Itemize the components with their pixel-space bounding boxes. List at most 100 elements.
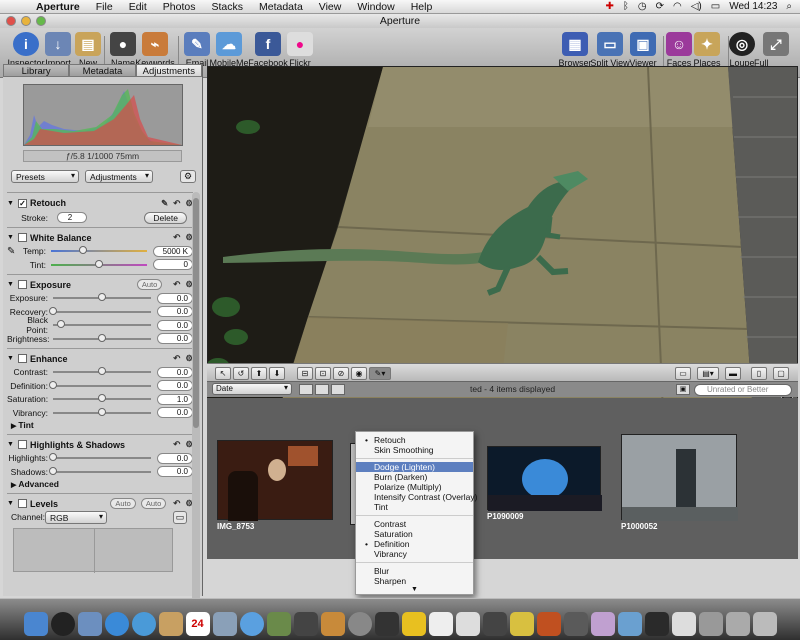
tab-library[interactable]: Library <box>3 64 70 77</box>
enhance-checkbox[interactable] <box>18 354 27 363</box>
exposure-checkbox[interactable] <box>18 280 27 289</box>
filmstrip-view-icon[interactable] <box>299 384 313 395</box>
strip-option-2-icon[interactable]: ▤▾ <box>697 367 719 380</box>
pointer-tool-icon[interactable]: ↖ <box>215 367 231 380</box>
wifi-icon[interactable]: ◠ <box>673 1 682 12</box>
slider-track[interactable] <box>49 380 151 389</box>
trash-icon[interactable] <box>752 612 777 636</box>
strip-option-5-icon[interactable]: ▢ <box>773 367 789 380</box>
temp-field[interactable]: 5000 K <box>153 245 193 257</box>
value-field[interactable]: 0.0 <box>157 366 193 378</box>
rating-filter-field[interactable]: Unrated or Better <box>694 384 792 396</box>
strip-option-4-icon[interactable]: ▯ <box>751 367 767 380</box>
slider-knob[interactable] <box>56 320 65 329</box>
disclosure-open-icon[interactable]: ▼ <box>7 200 15 207</box>
menu-window[interactable]: Window <box>349 1 402 13</box>
reset-icon[interactable]: ↶ <box>173 439 180 450</box>
slider-track[interactable] <box>53 367 151 376</box>
battery-icon[interactable]: ▭ <box>711 1 720 12</box>
status-red-icon[interactable]: ✚ <box>605 1 613 12</box>
slider-track[interactable] <box>53 394 151 403</box>
levels-checkbox[interactable] <box>18 499 27 508</box>
levels-options-icon[interactable]: ▭ <box>173 510 187 524</box>
temp-knob[interactable] <box>78 246 87 255</box>
brush-menu-item[interactable]: Sharpen <box>356 576 473 586</box>
adjustments-popup[interactable]: Adjustments <box>85 170 153 183</box>
preview-icon[interactable] <box>77 612 102 636</box>
disclosure-open-icon[interactable]: ▼ <box>7 500 15 507</box>
reset-icon[interactable]: ↶ <box>173 498 180 509</box>
tint-slider[interactable] <box>51 259 147 268</box>
slider-track[interactable] <box>49 466 151 475</box>
mail-icon[interactable] <box>212 612 237 636</box>
iphoto-icon[interactable] <box>266 612 291 636</box>
volume-icon[interactable]: ◁) <box>691 1 702 12</box>
retouch-checkbox[interactable]: ✓ <box>18 198 27 208</box>
brush-tool-icon[interactable]: ✎▾ <box>369 367 391 380</box>
grid-view-icon[interactable] <box>315 384 329 395</box>
lift-tool-icon[interactable]: ⬆ <box>251 367 267 380</box>
imovie-icon[interactable] <box>293 612 318 636</box>
list-view-icon[interactable] <box>331 384 345 395</box>
finder-icon[interactable] <box>23 612 48 636</box>
scrollbar-thumb[interactable] <box>193 198 199 428</box>
value-field[interactable]: 0.0 <box>157 292 193 304</box>
slider-knob[interactable] <box>49 453 57 462</box>
value-field[interactable]: 0.0 <box>157 407 193 419</box>
reset-icon[interactable]: ↶ <box>173 198 180 209</box>
brush-menu-item[interactable]: Dodge (Lighten) <box>356 462 473 472</box>
ical-icon[interactable]: 24 <box>185 612 210 636</box>
brush-menu-item[interactable]: Skin Smoothing <box>356 445 473 455</box>
itunes-icon[interactable] <box>239 612 264 636</box>
thumbnail-item[interactable]: IMG_8753 <box>217 440 333 531</box>
flip-tool-icon[interactable]: ⊘ <box>333 367 349 380</box>
levels-histogram[interactable] <box>13 528 173 573</box>
menu-clock[interactable]: Wed 14:23 <box>729 1 777 12</box>
flickr-button[interactable]: ● Flickr <box>278 32 322 68</box>
thumbnail-item[interactable]: P1090009 <box>487 446 602 521</box>
eyedropper-icon[interactable]: ✎ <box>7 246 21 257</box>
slider-knob[interactable] <box>98 394 106 403</box>
channel-popup[interactable]: RGB <box>45 510 107 524</box>
presets-popup[interactable]: Presets <box>11 170 79 183</box>
brush-menu-item[interactable]: Intensify Contrast (Overlay) <box>356 492 477 502</box>
mobileme-button[interactable]: ☁ MobileMe <box>207 32 251 68</box>
app-icon[interactable] <box>428 612 453 636</box>
tint-knob[interactable] <box>95 259 103 268</box>
filter-icon[interactable]: ▣ <box>676 384 690 395</box>
minimize-window-icon[interactable] <box>21 16 31 26</box>
app-icon[interactable] <box>644 612 669 636</box>
slider-knob[interactable] <box>98 293 106 302</box>
slider-knob[interactable] <box>98 407 106 416</box>
app-icon[interactable] <box>617 612 642 636</box>
slider-track[interactable] <box>53 293 151 302</box>
sync-icon[interactable]: ⟳ <box>656 1 664 12</box>
ichat-icon[interactable] <box>131 612 156 636</box>
stamp-tool-icon[interactable]: ⬇ <box>269 367 285 380</box>
slider-track[interactable] <box>53 333 151 342</box>
value-field[interactable]: 0.0 <box>157 466 193 478</box>
sort-popup[interactable]: Date <box>212 383 292 395</box>
slider-knob[interactable] <box>98 367 106 376</box>
disclosure-open-icon[interactable]: ▼ <box>7 234 15 241</box>
gear-icon[interactable]: ⚙ <box>180 170 196 183</box>
bluetooth-icon[interactable]: ᛒ <box>623 1 629 12</box>
brush-menu-item[interactable]: Blur <box>356 566 473 576</box>
levels-auto-button[interactable]: Auto <box>110 498 136 509</box>
tab-adjustments[interactable]: Adjustments <box>135 64 202 77</box>
value-field[interactable]: 1.0 <box>157 393 193 405</box>
levels-auto-color-button[interactable]: Auto <box>140 498 167 509</box>
aperture-dock-icon[interactable] <box>374 612 399 636</box>
brush-menu-item[interactable]: Polarize (Multiply) <box>356 482 473 492</box>
advanced-subsection[interactable]: ▶ Advanced <box>7 479 193 491</box>
brush-menu-item[interactable]: Contrast <box>356 519 473 529</box>
tint-field[interactable]: 0 <box>153 259 193 271</box>
reset-icon[interactable]: ↶ <box>173 353 180 364</box>
reset-icon[interactable]: ↶ <box>173 232 180 243</box>
menu-view[interactable]: View <box>311 1 350 13</box>
straighten-tool-icon[interactable]: ⊟ <box>297 367 313 380</box>
menu-help[interactable]: Help <box>403 1 441 13</box>
rotate-left-icon[interactable]: ↺ <box>233 367 249 380</box>
delete-button[interactable]: Delete <box>144 211 187 224</box>
strip-option-1-icon[interactable]: ▭ <box>675 367 691 380</box>
